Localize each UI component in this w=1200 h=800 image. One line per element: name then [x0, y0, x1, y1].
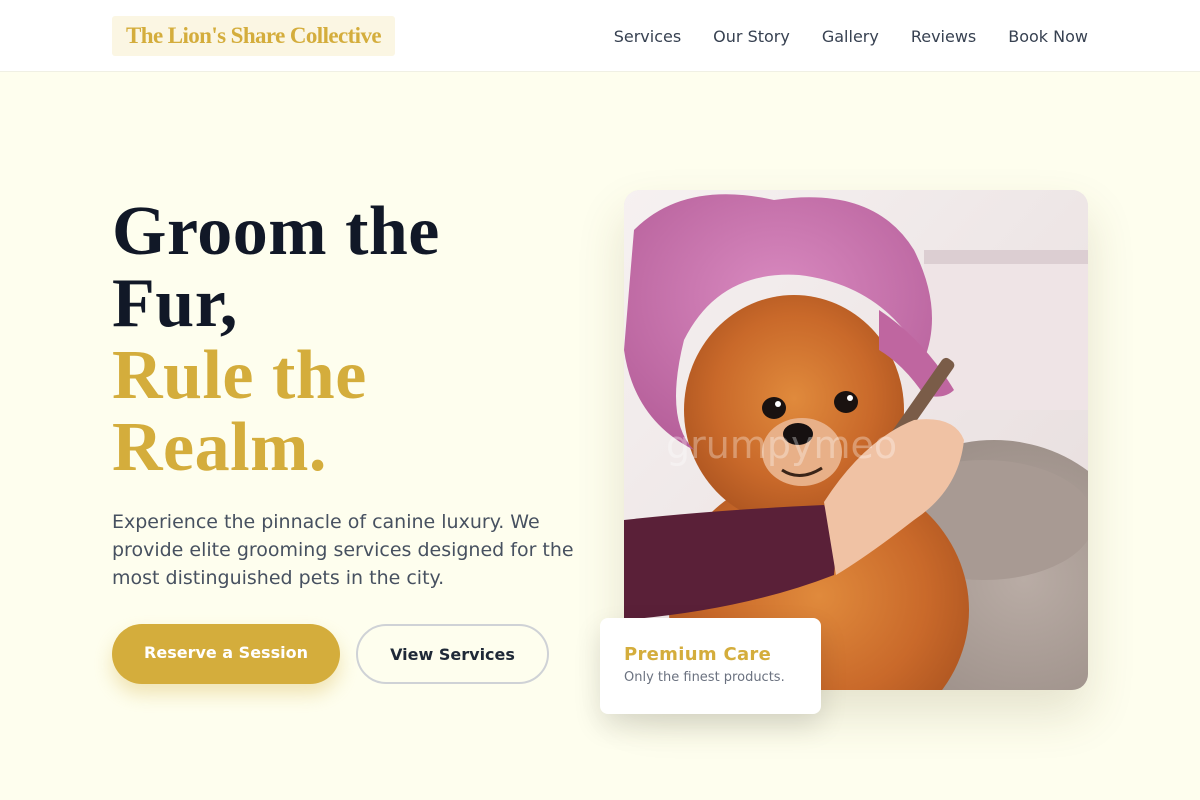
nav-link-our-story[interactable]: Our Story	[713, 27, 790, 46]
dog-grooming-illustration: grumpymeo	[624, 190, 1088, 690]
hero-description: Experience the pinnacle of canine luxury…	[112, 511, 574, 589]
reserve-session-button[interactable]: Reserve a Session	[112, 624, 340, 684]
brand-logo[interactable]: The Lion's Share Collective	[112, 16, 395, 56]
nav-link-book-now[interactable]: Book Now	[1008, 27, 1088, 46]
premium-care-subtitle: Only the finest products.	[624, 670, 785, 685]
headline-line-2: Fur,	[112, 265, 238, 342]
headline-line-1: Groom the	[112, 193, 440, 270]
headline-line-3: Rule the	[112, 337, 367, 414]
premium-care-title: Premium Care	[624, 644, 772, 665]
hero-headline: Groom the Fur, Rule the Realm.	[112, 196, 572, 484]
watermark-text: grumpymeo	[666, 423, 897, 467]
headline-line-4: Realm.	[112, 409, 327, 486]
site-header: The Lion's Share Collective Services Our…	[0, 0, 1200, 72]
hero-dog-photo: grumpymeo	[624, 190, 1088, 690]
nav-link-reviews[interactable]: Reviews	[911, 27, 976, 46]
nav-link-gallery[interactable]: Gallery	[822, 27, 879, 46]
main-nav: Services Our Story Gallery Reviews Book …	[614, 0, 1088, 72]
view-services-button[interactable]: View Services	[356, 624, 549, 684]
premium-care-card: Premium Care Only the finest products.	[600, 618, 821, 714]
nav-link-services[interactable]: Services	[614, 27, 681, 46]
